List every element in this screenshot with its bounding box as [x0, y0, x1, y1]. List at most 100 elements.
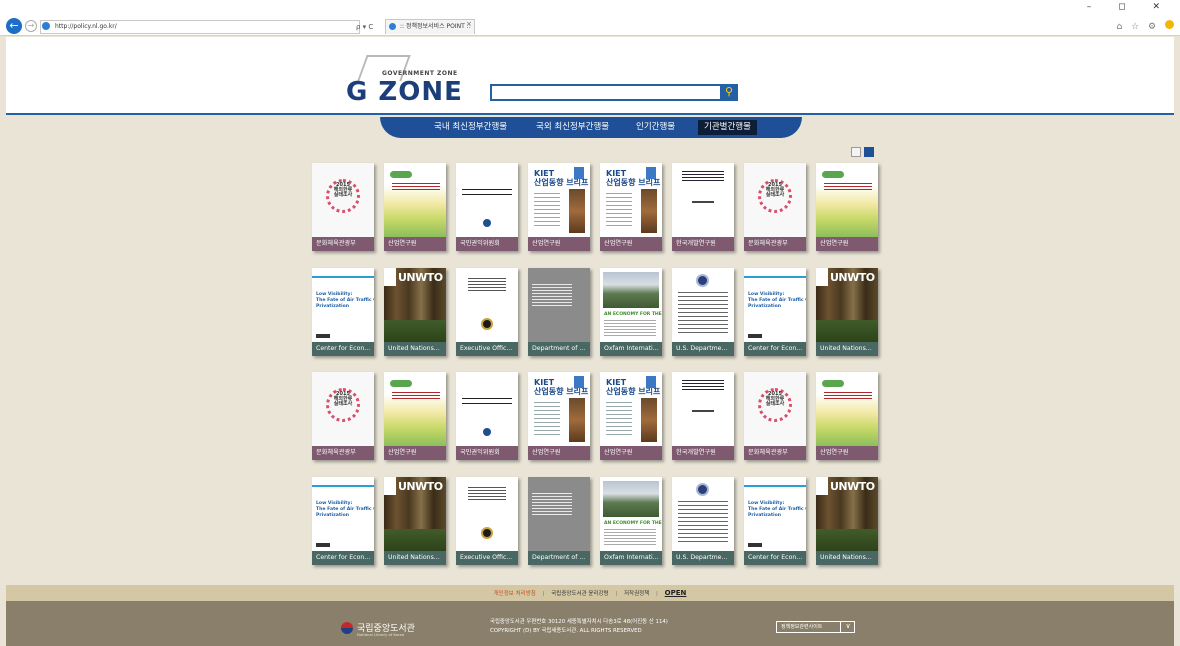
publication-item[interactable]: 산업연구원: [384, 372, 446, 460]
publication-cover[interactable]: [456, 267, 518, 342]
publication-item[interactable]: Low Visibility: The Fate of Air Traffic …: [744, 267, 806, 356]
browser-tools[interactable]: ⌂ ☆ ⚙: [1117, 20, 1174, 32]
publication-cover[interactable]: [384, 372, 446, 446]
publication-item[interactable]: U.S. Departme...: [672, 476, 734, 565]
search-button[interactable]: ⚲: [720, 84, 738, 101]
publication-agency-label[interactable]: 산업연구원: [600, 237, 662, 251]
publication-cover[interactable]: UNWTO: [384, 267, 446, 342]
publication-cover[interactable]: 2015 해외한류 실태조사: [312, 372, 374, 446]
publication-agency-label[interactable]: 한국개발연구원: [672, 446, 734, 460]
ethics-link[interactable]: 국립중앙도서관 윤리강령: [551, 591, 608, 597]
browser-tab[interactable]: :: 정책정보서비스 POINT ::: [385, 19, 475, 34]
publication-agency-label[interactable]: 산업연구원: [528, 446, 590, 460]
publication-item[interactable]: KIET 산업동향 브리프 산업연구원: [600, 372, 662, 460]
publication-cover[interactable]: AN ECONOMY FOR THE 1%: [600, 476, 662, 551]
publication-agency-label[interactable]: U.S. Departme...: [672, 341, 734, 356]
publication-cover[interactable]: 2015 해외한류 실태조사: [744, 163, 806, 237]
publication-agency-label[interactable]: 산업연구원: [816, 237, 878, 251]
publication-agency-label[interactable]: United Nations...: [384, 341, 446, 356]
copyright-policy-link[interactable]: 저작권정책: [624, 591, 649, 597]
publication-item[interactable]: KIET 산업동향 브리프 산업연구원: [528, 372, 590, 460]
publication-agency-label[interactable]: 산업연구원: [528, 237, 590, 251]
publication-item[interactable]: Low Visibility: The Fate of Air Traffic …: [744, 476, 806, 565]
gzone-logo[interactable]: GOVERNMENT ZONE G ZONE: [346, 55, 466, 107]
publication-item[interactable]: Executive Offic...: [456, 267, 518, 356]
publication-cover[interactable]: Low Visibility: The Fate of Air Traffic …: [312, 476, 374, 551]
publication-cover[interactable]: [456, 476, 518, 551]
publication-item[interactable]: UNWTO United Nations...: [384, 267, 446, 356]
publication-item[interactable]: Low Visibility: The Fate of Air Traffic …: [312, 476, 374, 565]
publication-agency-label[interactable]: Executive Offic...: [456, 550, 518, 565]
publication-agency-label[interactable]: 문화체육관광부: [744, 237, 806, 251]
publication-item[interactable]: U.S. Departme...: [672, 267, 734, 356]
publication-agency-label[interactable]: U.S. Departme...: [672, 550, 734, 565]
tab-close-icon[interactable]: ×: [466, 20, 472, 28]
publication-item[interactable]: UNWTO United Nations...: [816, 267, 878, 356]
publication-agency-label[interactable]: 산업연구원: [816, 446, 878, 460]
publication-item[interactable]: Department of ...: [528, 476, 590, 565]
publication-agency-label[interactable]: Oxfam Internati...: [600, 341, 662, 356]
tab-by-agency[interactable]: 기관별간행물: [698, 120, 757, 135]
publication-cover[interactable]: [672, 267, 734, 342]
browser-tools-icons[interactable]: ⌂ ☆ ⚙: [1117, 22, 1160, 32]
publication-item[interactable]: Low Visibility: The Fate of Air Traffic …: [312, 267, 374, 356]
address-bar[interactable]: http://policy.nl.go.kr/: [40, 20, 360, 34]
publication-agency-label[interactable]: 문화체육관광부: [312, 446, 374, 460]
publication-item[interactable]: Department of ...: [528, 267, 590, 356]
publication-cover[interactable]: Low Visibility: The Fate of Air Traffic …: [744, 476, 806, 551]
publication-agency-label[interactable]: United Nations...: [816, 550, 878, 565]
publication-cover[interactable]: [672, 372, 734, 446]
publication-agency-label[interactable]: 국민권익위원회: [456, 237, 518, 251]
address-controls[interactable]: ρ ▾ C: [356, 20, 373, 34]
publication-cover[interactable]: 2015 해외한류 실태조사: [312, 163, 374, 237]
publication-cover[interactable]: [816, 372, 878, 446]
publication-agency-label[interactable]: 문화체육관광부: [744, 446, 806, 460]
publication-cover[interactable]: [528, 267, 590, 342]
tab-popular[interactable]: 인기간행물: [630, 120, 681, 135]
publication-item[interactable]: KIET 산업동향 브리프 산업연구원: [600, 163, 662, 251]
publication-item[interactable]: 국민권익위원회: [456, 372, 518, 460]
back-button[interactable]: ←: [6, 18, 22, 34]
publication-agency-label[interactable]: 문화체육관광부: [312, 237, 374, 251]
publication-item[interactable]: 2015 해외한류 실태조사 문화체육관광부: [744, 163, 806, 251]
publication-cover[interactable]: UNWTO: [384, 476, 446, 551]
publication-agency-label[interactable]: Department of ...: [528, 341, 590, 356]
chevron-down-icon[interactable]: ∨: [840, 621, 855, 633]
publication-cover[interactable]: KIET 산업동향 브리프: [528, 372, 590, 446]
publication-item[interactable]: 2015 해외한류 실태조사 문화체육관광부: [744, 372, 806, 460]
publication-cover[interactable]: [456, 163, 518, 237]
publication-agency-label[interactable]: Oxfam Internati...: [600, 550, 662, 565]
publication-cover[interactable]: [672, 163, 734, 237]
publication-agency-label[interactable]: Center for Econ...: [312, 341, 374, 356]
publication-item[interactable]: 한국개발연구원: [672, 372, 734, 460]
publication-item[interactable]: 한국개발연구원: [672, 163, 734, 251]
search-input[interactable]: [490, 84, 736, 101]
tab-foreign-latest[interactable]: 국외 최신정부간행물: [530, 120, 615, 135]
publication-cover[interactable]: AN ECONOMY FOR THE 1%: [600, 267, 662, 342]
smiley-icon[interactable]: [1165, 20, 1174, 29]
publication-cover[interactable]: UNWTO: [816, 267, 878, 342]
publication-cover[interactable]: 2015 해외한류 실태조사: [744, 372, 806, 446]
publication-cover[interactable]: [384, 163, 446, 237]
publication-item[interactable]: UNWTO United Nations...: [816, 476, 878, 565]
publication-item[interactable]: UNWTO United Nations...: [384, 476, 446, 565]
publication-agency-label[interactable]: United Nations...: [384, 550, 446, 565]
publication-item[interactable]: 국민권익위원회: [456, 163, 518, 251]
publication-agency-label[interactable]: Department of ...: [528, 550, 590, 565]
publication-agency-label[interactable]: Center for Econ...: [744, 341, 806, 356]
publication-cover[interactable]: Low Visibility: The Fate of Air Traffic …: [312, 267, 374, 342]
tab-domestic-latest[interactable]: 국내 최신정부간행물: [428, 120, 513, 135]
publication-item[interactable]: 2015 해외한류 실태조사 문화체육관광부: [312, 163, 374, 251]
open-license-link[interactable]: OPEN: [665, 589, 687, 597]
publication-agency-label[interactable]: Executive Offic...: [456, 341, 518, 356]
publication-item[interactable]: 산업연구원: [816, 163, 878, 251]
publication-agency-label[interactable]: 산업연구원: [600, 446, 662, 460]
publication-item[interactable]: AN ECONOMY FOR THE 1% Oxfam Internati...: [600, 267, 662, 356]
publication-cover[interactable]: KIET 산업동향 브리프: [600, 372, 662, 446]
publication-cover[interactable]: Low Visibility: The Fate of Air Traffic …: [744, 267, 806, 342]
publication-agency-label[interactable]: Center for Econ...: [312, 550, 374, 565]
publication-cover[interactable]: [456, 372, 518, 446]
publication-cover[interactable]: [528, 476, 590, 551]
publication-agency-label[interactable]: 산업연구원: [384, 237, 446, 251]
publication-cover[interactable]: KIET 산업동향 브리프: [528, 163, 590, 237]
